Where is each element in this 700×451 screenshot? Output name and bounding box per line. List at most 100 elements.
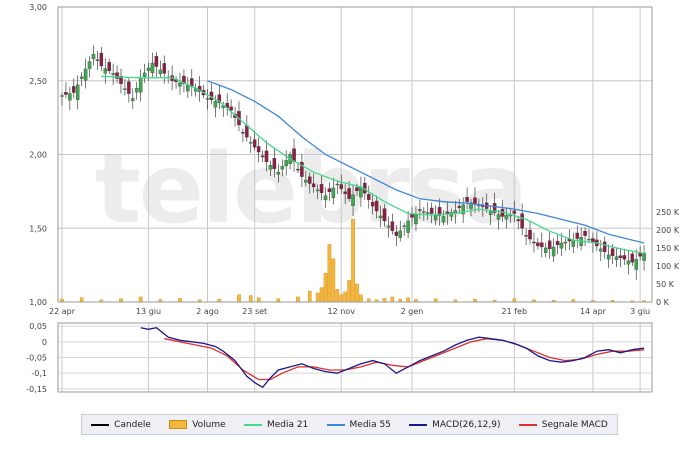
volume-tick-label: 150 K <box>656 244 680 253</box>
candle-body <box>429 207 434 214</box>
date-tick-label: 3 giu <box>630 307 650 316</box>
candle-body <box>473 197 477 204</box>
legend-swatch <box>409 423 428 426</box>
candle <box>229 99 233 119</box>
candle-body <box>123 88 127 90</box>
volume-bar <box>347 280 351 303</box>
candle-body <box>406 220 410 233</box>
candle <box>626 250 631 275</box>
candle-body <box>64 92 68 95</box>
candle-body <box>347 188 351 199</box>
candle-body <box>323 195 328 201</box>
candle-body <box>457 206 461 208</box>
candle-body <box>205 98 210 100</box>
date-tick-label: 21 feb <box>502 307 528 316</box>
volume-bar <box>178 298 182 303</box>
candle <box>532 232 536 253</box>
candle-body <box>614 256 619 260</box>
candle-body <box>260 155 265 158</box>
volume-bar <box>359 294 363 303</box>
candle-body <box>335 183 340 186</box>
candle-body <box>268 165 273 170</box>
candle <box>595 231 599 252</box>
macd-tick-label: 0 <box>42 338 47 347</box>
candle-body <box>229 106 233 111</box>
candle-body <box>107 62 111 72</box>
candle-body <box>382 208 387 222</box>
candle <box>87 56 92 78</box>
candle <box>95 51 100 70</box>
volume-bar <box>315 292 320 303</box>
legend-label: Segnale MACD <box>541 419 608 430</box>
volume-bar <box>79 297 84 303</box>
legend-label: Media 21 <box>266 419 309 430</box>
candle <box>197 75 202 102</box>
candle-body <box>339 184 343 190</box>
candle <box>190 69 194 97</box>
legend-label: Candele <box>114 419 151 430</box>
candle-body <box>536 242 540 247</box>
legend-item: MACD(26,12,9) <box>409 419 501 430</box>
candle <box>150 52 155 78</box>
candle-body <box>256 146 261 153</box>
candle-body <box>87 61 92 69</box>
candle-body <box>547 240 552 250</box>
candle-body <box>115 72 119 79</box>
candle <box>540 232 544 258</box>
volume-bar <box>406 297 410 303</box>
candle-body <box>252 139 257 148</box>
candle-body <box>351 194 355 206</box>
candle-body <box>626 260 631 265</box>
candle <box>602 236 607 259</box>
candle-body <box>465 197 469 202</box>
legend-label: MACD(26,12,9) <box>432 419 501 430</box>
legend-label: Media 55 <box>349 419 391 430</box>
candle-body <box>241 132 245 134</box>
candle <box>555 235 560 255</box>
candle-body <box>99 52 104 67</box>
date-tick-label: 2 ago <box>196 307 219 316</box>
candle-body <box>138 77 143 93</box>
candle <box>225 93 229 116</box>
volume-bar <box>319 287 324 303</box>
volume-bar <box>331 258 336 303</box>
candle-body <box>150 62 155 74</box>
date-tick-label: 22 apr <box>49 307 76 316</box>
legend-swatch <box>518 423 537 426</box>
candle-body <box>524 235 528 237</box>
candle-body <box>422 211 426 213</box>
candle <box>563 238 568 251</box>
candle-body <box>213 101 218 108</box>
candle <box>134 82 139 100</box>
candle-body <box>496 214 501 220</box>
candle <box>72 78 76 99</box>
candle-body <box>520 213 524 229</box>
candle-body <box>79 76 84 79</box>
volume-bar <box>296 296 300 303</box>
candle-body <box>75 84 80 100</box>
candle <box>571 232 576 253</box>
candle-body <box>551 246 556 257</box>
candle <box>630 250 635 266</box>
candle-body <box>610 248 615 256</box>
candle-body <box>532 241 536 244</box>
candle-body <box>599 248 603 252</box>
candle-body <box>60 95 64 97</box>
candle <box>182 69 186 93</box>
candle <box>193 83 198 97</box>
candle <box>119 68 123 94</box>
candle-body <box>308 176 312 184</box>
candle-body <box>583 230 587 236</box>
legend-swatch <box>243 423 262 426</box>
candle <box>634 249 638 280</box>
candle <box>138 69 143 102</box>
candle-body <box>587 238 591 241</box>
candle-body <box>402 225 406 227</box>
candle-body <box>606 254 611 260</box>
date-tick-label: 12 nov <box>328 307 356 316</box>
volume-tick-label: 250 K <box>656 208 680 217</box>
candle-body <box>304 179 308 183</box>
volume-bar <box>307 291 312 303</box>
candle <box>99 46 104 71</box>
candle-body <box>131 98 135 102</box>
